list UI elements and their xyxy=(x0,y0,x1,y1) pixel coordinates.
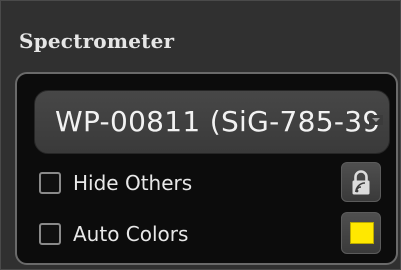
spectrometer-panel: Spectrometer WP-00811 (SiG-785-39 Hide O… xyxy=(0,0,401,270)
hide-others-checkbox[interactable] xyxy=(39,172,61,194)
lock-signal-icon xyxy=(352,170,370,195)
auto-colors-label: Auto Colors xyxy=(73,222,189,246)
hide-others-label: Hide Others xyxy=(73,171,193,195)
chevron-down-icon xyxy=(369,115,383,125)
series-color-button[interactable] xyxy=(341,212,381,254)
panel-title: Spectrometer xyxy=(19,29,175,53)
auto-colors-checkbox[interactable] xyxy=(39,223,61,245)
spectrometer-dropdown[interactable]: WP-00811 (SiG-785-39 xyxy=(34,90,390,154)
hide-others-option[interactable]: Hide Others xyxy=(39,168,192,198)
color-swatch xyxy=(350,222,374,244)
lock-button[interactable] xyxy=(341,162,381,202)
spectrometer-selected-value: WP-00811 (SiG-785-39 xyxy=(55,105,381,138)
spectrometer-group: WP-00811 (SiG-785-39 Hide Others Auto Co… xyxy=(15,72,398,265)
auto-colors-option[interactable]: Auto Colors xyxy=(39,219,188,249)
